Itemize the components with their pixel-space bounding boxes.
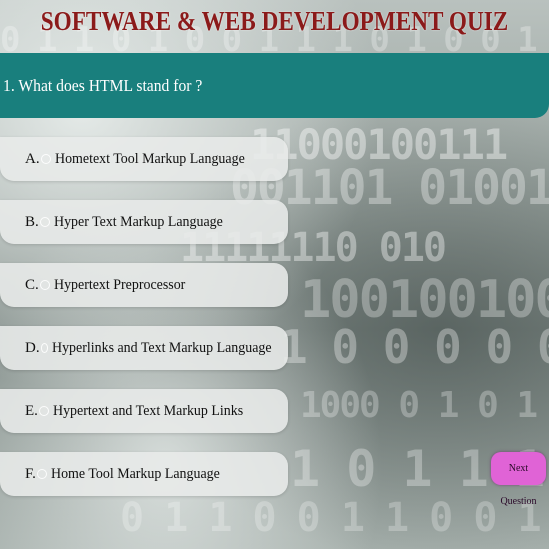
option-b[interactable]: B. Hyper Text Markup Language — [0, 200, 288, 244]
option-letter: C. — [25, 276, 39, 293]
radio-icon[interactable] — [39, 217, 50, 227]
option-text: Home Tool Markup Language — [50, 465, 220, 482]
option-letter: D. — [25, 339, 40, 356]
option-letter: B. — [25, 213, 39, 230]
option-letter: E. — [25, 402, 38, 419]
quiz-title: SOFTWARE & WEB DEVELOPMENT QUIZ — [40, 6, 509, 36]
option-text: Hypertext and Text Markup Links — [52, 402, 244, 419]
option-e[interactable]: E. Hypertext and Text Markup Links — [0, 389, 288, 433]
question-text: 1. What does HTML stand for ? — [3, 75, 203, 95]
option-text: Hyperlinks and Text Markup Language — [51, 339, 272, 356]
option-text: Hypertext Preprocessor — [53, 276, 186, 293]
radio-icon[interactable] — [39, 280, 50, 290]
option-a[interactable]: A. Hometext Tool Markup Language — [0, 137, 288, 181]
option-letter: A. — [25, 150, 40, 167]
option-c[interactable]: C. Hypertext Preprocessor — [0, 263, 288, 307]
radio-icon[interactable] — [36, 469, 47, 479]
radio-icon[interactable] — [38, 406, 49, 416]
option-letter: F. — [25, 465, 36, 482]
next-question-button[interactable]: Next Question — [491, 452, 546, 507]
option-f[interactable]: F. Home Tool Markup Language — [0, 452, 288, 496]
option-text: Hyper Text Markup Language — [53, 213, 223, 230]
radio-icon[interactable] — [40, 154, 51, 164]
option-d[interactable]: D. Hyperlinks and Text Markup Language — [0, 326, 288, 370]
radio-icon[interactable] — [40, 343, 48, 353]
question-bar: 1. What does HTML stand for ? — [0, 53, 549, 118]
option-text: Hometext Tool Markup Language — [54, 150, 245, 167]
